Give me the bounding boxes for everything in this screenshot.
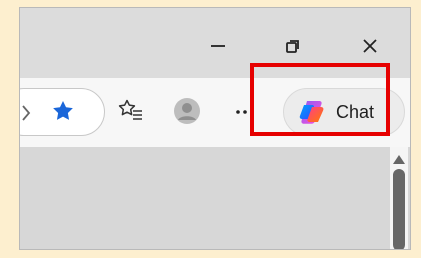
chat-button[interactable]: Chat — [283, 88, 405, 136]
scroll-thumb[interactable] — [393, 169, 405, 249]
page-content — [20, 147, 410, 249]
vertical-scrollbar[interactable] — [390, 147, 408, 249]
minimize-button[interactable] — [198, 28, 238, 68]
restore-icon — [284, 37, 302, 59]
favorites-icon — [117, 97, 145, 129]
chat-label: Chat — [336, 101, 375, 122]
minimize-icon — [209, 37, 227, 59]
more-icon — [234, 101, 256, 127]
close-icon — [361, 37, 379, 59]
avatar-icon — [173, 97, 201, 129]
scroll-up-arrow-icon[interactable] — [393, 155, 405, 164]
title-bar — [20, 8, 410, 78]
copilot-icon — [296, 96, 328, 128]
favorites-button[interactable] — [116, 98, 146, 128]
close-button[interactable] — [350, 28, 390, 68]
chevron-right-icon — [21, 104, 33, 122]
toolbar: Chat — [20, 78, 410, 147]
browser-window: Chat — [19, 7, 411, 250]
star-icon — [50, 98, 76, 128]
restore-button[interactable] — [273, 28, 313, 68]
favorite-star-button[interactable] — [48, 98, 78, 128]
more-button[interactable] — [233, 102, 257, 126]
profile-button[interactable] — [172, 98, 202, 128]
